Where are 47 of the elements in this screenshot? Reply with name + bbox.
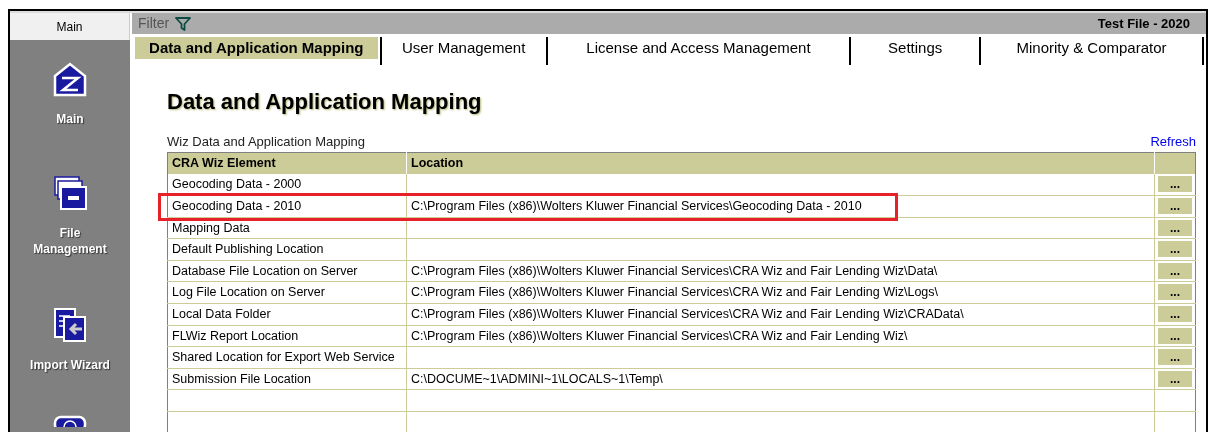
file-name: Test File - 2020 xyxy=(1097,14,1190,33)
table-cell: Shared Location for Export Web Service xyxy=(167,346,407,369)
browse-button[interactable]: ... xyxy=(1157,197,1193,215)
tab[interactable]: Minority & Comparator xyxy=(983,37,1201,59)
column-header: CRA Wiz Element xyxy=(167,152,407,174)
page-title: Data and Application Mapping xyxy=(167,88,483,116)
browse-button[interactable]: ... xyxy=(1157,240,1193,259)
table-cell: Submission File Location xyxy=(167,368,407,390)
table-cell: C:\Program Files (x86)\Wolters Kluwer Financial Services\CRA Wiz and Fair Lending Wiz\Data\ xyxy=(406,260,1155,282)
sidebar-item-label[interactable]: Import Wizard xyxy=(25,357,115,373)
tab[interactable]: User Management xyxy=(383,37,544,59)
table-cell: Database File Location on Server xyxy=(167,260,407,282)
browse-button[interactable]: ... xyxy=(1157,283,1193,302)
file-drawer-icon[interactable] xyxy=(52,175,88,211)
sidebar-header: Main xyxy=(10,13,130,40)
house-icon[interactable] xyxy=(52,61,88,97)
sidebar-item-label[interactable]: File Management xyxy=(25,225,115,257)
browse-button[interactable]: ... xyxy=(1157,348,1193,367)
column-header: Location xyxy=(406,152,1155,174)
import-icon[interactable] xyxy=(52,307,88,343)
browse-button[interactable]: ... xyxy=(1157,369,1193,388)
tab[interactable]: Settings xyxy=(853,37,977,59)
filter-icon[interactable] xyxy=(175,16,192,31)
table-cell: C:\Program Files (x86)\Wolters Kluwer Financial Services\CRA Wiz and Fair Lending Wiz\ xyxy=(406,325,1155,347)
table-cell: C:\Program Files (x86)\Wolters Kluwer Financial Services\CRA Wiz and Fair Lending Wiz\Logs\ xyxy=(406,281,1155,304)
table-cell: Mapping Data xyxy=(167,217,407,239)
refresh-link[interactable]: Refresh xyxy=(1150,132,1196,152)
table-cell: Log File Location on Server xyxy=(167,281,407,304)
table-cell: C:\Program Files (x86)\Wolters Kluwer Financial Services\CRA Wiz and Fair Lending Wiz\CRAData\ xyxy=(406,303,1155,326)
table-cell: Default Publishing Location xyxy=(167,238,407,261)
table-cell: C:\Program Files (x86)\Wolters Kluwer Financial Services\Geocoding Data - 2010 xyxy=(406,195,1155,218)
browse-button[interactable]: ... xyxy=(1157,261,1193,280)
tab[interactable]: License and Access Management xyxy=(549,37,848,59)
column-header xyxy=(1154,152,1196,174)
browse-button[interactable]: ... xyxy=(1157,305,1193,323)
browse-button[interactable]: ... xyxy=(1157,326,1193,345)
browse-button[interactable]: ... xyxy=(1157,175,1193,194)
tab[interactable]: Data and Application Mapping xyxy=(135,37,378,59)
table-cell: Local Data Folder xyxy=(167,303,407,326)
table-cell: Geocoding Data - 2010 xyxy=(167,195,407,218)
globe-icon[interactable] xyxy=(52,415,88,427)
browse-button[interactable]: ... xyxy=(1157,218,1193,237)
table-cell: Geocoding Data - 2000 xyxy=(167,174,407,196)
table-caption: Wiz Data and Application Mapping xyxy=(167,133,365,151)
table-cell: FLWiz Report Location xyxy=(167,325,407,347)
sidebar-item-label[interactable]: Main xyxy=(25,111,115,127)
table-cell: C:\DOCUME~1\ADMINI~1\LOCALS~1\Temp\ xyxy=(406,368,1155,390)
